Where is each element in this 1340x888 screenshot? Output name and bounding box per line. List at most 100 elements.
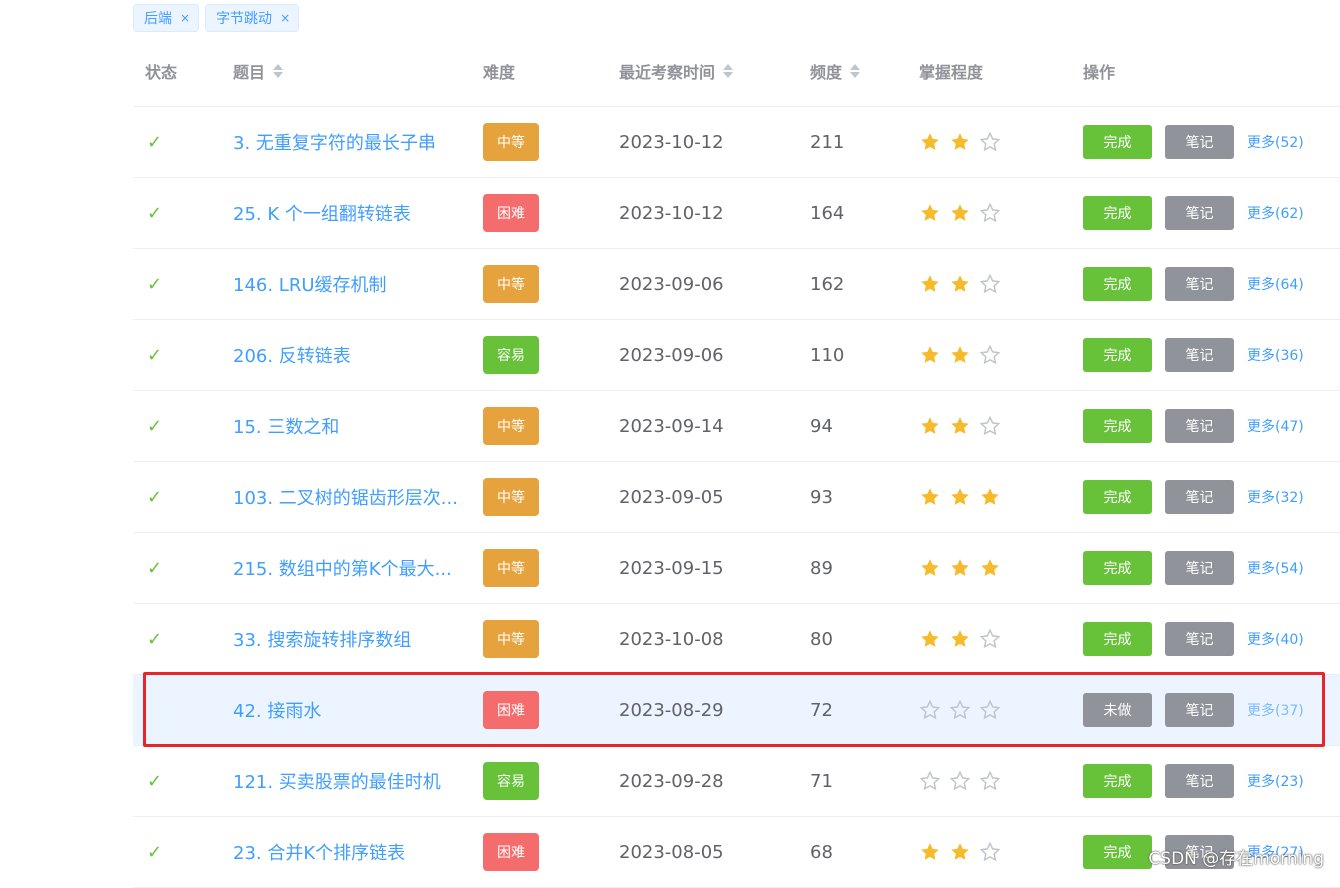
table-body: ✓ 3. 无重复字符的最长子串 中等 2023-10-12 211 完成 笔记 更多(52) ✓… (133, 107, 1340, 888)
star-empty-icon[interactable] (949, 770, 971, 792)
note-button[interactable]: 笔记 (1165, 267, 1234, 301)
complete-button[interactable]: 完成 (1083, 622, 1152, 656)
complete-button[interactable]: 完成 (1083, 125, 1152, 159)
mastery-rating[interactable] (919, 462, 1001, 532)
problem-title-link[interactable]: 121. 买卖股票的最佳时机 (233, 746, 441, 816)
mastery-rating[interactable] (919, 249, 1001, 319)
mastery-rating[interactable] (919, 746, 1001, 816)
problem-title-link[interactable]: 33. 搜索旋转排序数组 (233, 604, 411, 674)
note-button[interactable]: 笔记 (1165, 551, 1234, 585)
problem-title-link[interactable]: 103. 二叉树的锯齿形层次... (233, 462, 458, 532)
star-empty-icon[interactable] (979, 415, 1001, 437)
star-empty-icon[interactable] (979, 131, 1001, 153)
mastery-rating[interactable] (919, 107, 1001, 177)
complete-button[interactable]: 完成 (1083, 338, 1152, 372)
complete-button[interactable]: 完成 (1083, 551, 1152, 585)
difficulty-badge: 中等 (483, 407, 539, 445)
star-filled-icon[interactable] (949, 202, 971, 224)
problem-table: 状态 题目 难度 最近考察时间 频度 掌握程度 操作 ✓ 3. 无重复字符的最长子… (133, 35, 1340, 888)
more-link[interactable]: 更多(64) (1247, 274, 1304, 294)
sort-icon[interactable] (273, 64, 284, 78)
more-link[interactable]: 更多(32) (1247, 487, 1304, 507)
star-filled-icon[interactable] (919, 841, 941, 863)
note-button[interactable]: 笔记 (1165, 338, 1234, 372)
more-link[interactable]: 更多(36) (1247, 345, 1304, 365)
note-button[interactable]: 笔记 (1165, 196, 1234, 230)
star-empty-icon[interactable] (979, 344, 1001, 366)
more-link[interactable]: 更多(52) (1247, 132, 1304, 152)
star-filled-icon[interactable] (919, 131, 941, 153)
more-link[interactable]: 更多(47) (1247, 416, 1304, 436)
sort-icon[interactable] (723, 64, 734, 78)
complete-button[interactable]: 完成 (1083, 196, 1152, 230)
note-button[interactable]: 笔记 (1165, 125, 1234, 159)
table-row: ✓ 206. 反转链表 容易 2023-09-06 110 完成 笔记 更多(36) (133, 320, 1340, 391)
complete-button[interactable]: 完成 (1083, 764, 1152, 798)
complete-button[interactable]: 完成 (1083, 267, 1152, 301)
problem-title-link[interactable]: 15. 三数之和 (233, 391, 339, 461)
mastery-rating[interactable] (919, 604, 1001, 674)
sort-icon[interactable] (850, 64, 861, 78)
star-filled-icon[interactable] (949, 415, 971, 437)
close-icon[interactable]: × (280, 11, 290, 25)
star-filled-icon[interactable] (949, 557, 971, 579)
col-last-exam[interactable]: 最近考察时间 (619, 59, 734, 83)
star-filled-icon[interactable] (919, 415, 941, 437)
col-frequency[interactable]: 频度 (810, 59, 861, 83)
frequency-value: 110 (810, 344, 845, 366)
problem-title-link[interactable]: 3. 无重复字符的最长子串 (233, 107, 436, 177)
complete-button[interactable]: 完成 (1083, 409, 1152, 443)
star-filled-icon[interactable] (919, 273, 941, 295)
complete-button[interactable]: 完成 (1083, 835, 1152, 869)
difficulty-cell: 中等 (483, 391, 539, 461)
problem-title-link[interactable]: 206. 反转链表 (233, 320, 351, 390)
more-link[interactable]: 更多(23) (1247, 771, 1304, 791)
more-link[interactable]: 更多(62) (1247, 203, 1304, 223)
problem-title-link[interactable]: 215. 数组中的第K个最大... (233, 533, 452, 603)
star-filled-icon[interactable] (919, 628, 941, 650)
mastery-rating[interactable] (919, 320, 1001, 390)
star-filled-icon[interactable] (919, 344, 941, 366)
star-filled-icon[interactable] (949, 486, 971, 508)
star-empty-icon[interactable] (979, 770, 1001, 792)
table-row: ✓ 103. 二叉树的锯齿形层次... 中等 2023-09-05 93 完成 笔记 更多(3… (133, 462, 1340, 533)
col-title[interactable]: 题目 (233, 59, 284, 83)
note-button[interactable]: 笔记 (1165, 764, 1234, 798)
star-empty-icon[interactable] (979, 841, 1001, 863)
star-filled-icon[interactable] (949, 273, 971, 295)
star-filled-icon[interactable] (949, 841, 971, 863)
star-filled-icon[interactable] (979, 557, 1001, 579)
close-icon[interactable]: × (180, 11, 190, 25)
difficulty-cell: 中等 (483, 249, 539, 319)
status-check-icon: ✓ (147, 486, 163, 508)
star-filled-icon[interactable] (919, 202, 941, 224)
more-link[interactable]: 更多(54) (1247, 558, 1304, 578)
star-filled-icon[interactable] (919, 557, 941, 579)
star-filled-icon[interactable] (919, 486, 941, 508)
more-link[interactable]: 更多(40) (1247, 629, 1304, 649)
note-button[interactable]: 笔记 (1165, 409, 1234, 443)
col-actions-label: 操作 (1083, 63, 1116, 82)
star-empty-icon[interactable] (979, 628, 1001, 650)
highlight-box (143, 672, 1325, 747)
problem-title-link[interactable]: 25. K 个一组翻转链表 (233, 178, 411, 248)
complete-button[interactable]: 完成 (1083, 480, 1152, 514)
star-empty-icon[interactable] (919, 770, 941, 792)
actions-cell: 完成 笔记 更多(36) (1083, 320, 1304, 390)
problem-title-link[interactable]: 146. LRU缓存机制 (233, 249, 387, 319)
last-exam-date: 2023-10-12 (619, 131, 724, 153)
status-check-icon: ✓ (147, 415, 163, 437)
note-button[interactable]: 笔记 (1165, 480, 1234, 514)
star-empty-icon[interactable] (979, 202, 1001, 224)
star-empty-icon[interactable] (979, 273, 1001, 295)
difficulty-badge: 困难 (483, 194, 539, 232)
mastery-rating[interactable] (919, 533, 1001, 603)
mastery-rating[interactable] (919, 178, 1001, 248)
star-filled-icon[interactable] (949, 628, 971, 650)
mastery-rating[interactable] (919, 391, 1001, 461)
note-button[interactable]: 笔记 (1165, 622, 1234, 656)
star-filled-icon[interactable] (979, 486, 1001, 508)
star-filled-icon[interactable] (949, 344, 971, 366)
difficulty-badge: 中等 (483, 620, 539, 658)
star-filled-icon[interactable] (949, 131, 971, 153)
